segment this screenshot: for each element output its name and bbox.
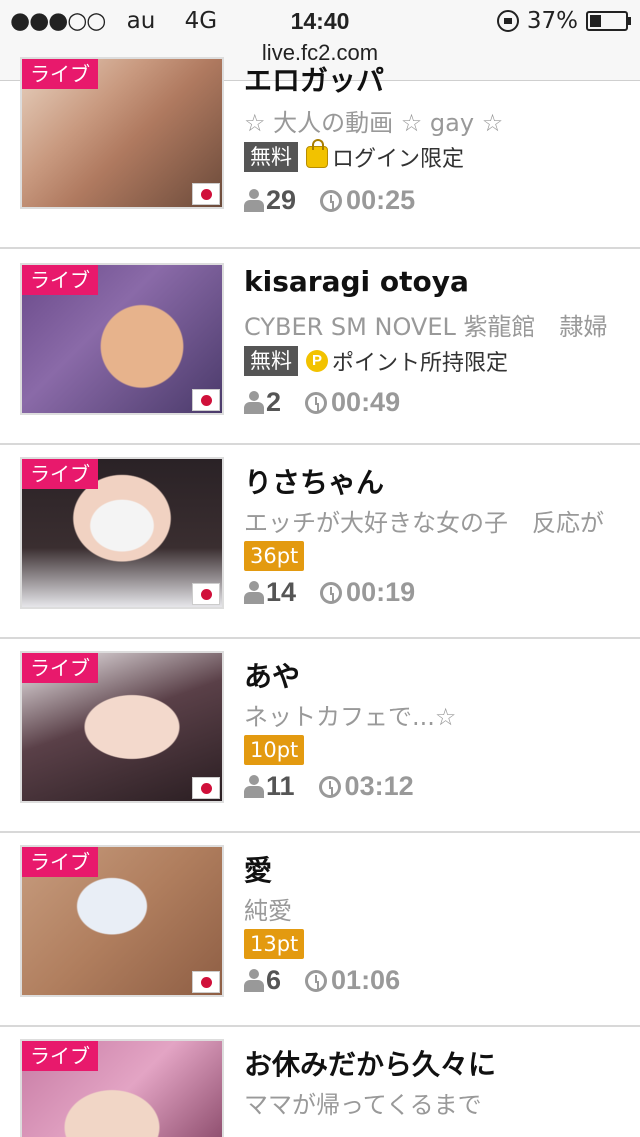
- access-note-text: ポイント所持限定: [332, 351, 509, 376]
- broadcast-description: ☆ 大人の動画 ☆ gay ☆: [244, 109, 504, 137]
- access-note: ログイン限定: [306, 139, 465, 173]
- status-right: 37%: [496, 8, 631, 34]
- broadcast-description: CYBER SM NOVEL 紫龍館 隷婦: [244, 313, 608, 341]
- thumbnail[interactable]: ライブ: [20, 263, 224, 415]
- viewer-icon: [244, 968, 264, 994]
- battery-percent: 37%: [526, 8, 578, 34]
- stats-row: 29 00:25: [244, 185, 415, 216]
- viewer-icon: [244, 188, 264, 214]
- live-tag: ライブ: [22, 847, 98, 877]
- broadcast-description: エッチが大好きな女の子 反応が: [244, 509, 604, 537]
- point-icon: P: [306, 350, 328, 372]
- broadcaster-name[interactable]: エロガッパ: [244, 59, 384, 99]
- rotation-lock-icon: [496, 10, 519, 32]
- list-item[interactable]: ライブ お休みだから久々に ママが帰ってくるまで: [0, 1025, 640, 1137]
- thumbnail[interactable]: ライブ: [20, 651, 224, 803]
- thumbnail[interactable]: ライブ: [20, 57, 224, 209]
- duration: 00:19: [346, 577, 416, 607]
- viewer-count: 29: [266, 185, 297, 215]
- thumbnail[interactable]: ライブ: [20, 845, 224, 997]
- viewer-icon: [244, 774, 264, 800]
- broadcast-description: ママが帰ってくるまで: [244, 1091, 482, 1119]
- battery-icon: [586, 11, 631, 31]
- broadcast-description: 純愛: [244, 897, 292, 925]
- japan-flag-icon: [192, 971, 220, 993]
- stats-row: 11 03:12: [244, 771, 414, 802]
- list-item[interactable]: ライブ 愛 純愛 13pt 6 01:06: [0, 831, 640, 1027]
- list-item[interactable]: ライブ りさちゃん エッチが大好きな女の子 反応が 36pt 14 00:19: [0, 443, 640, 639]
- thumbnail[interactable]: ライブ: [20, 457, 224, 609]
- list-item[interactable]: ライブ kisaragi otoya CYBER SM NOVEL 紫龍館 隷婦…: [0, 249, 640, 445]
- japan-flag-icon: [192, 183, 220, 205]
- viewer-count: 14: [266, 577, 297, 607]
- stats-row: 2 00:49: [244, 387, 400, 418]
- battery-fill: [590, 15, 601, 27]
- live-tag: ライブ: [22, 59, 98, 89]
- live-tag: ライブ: [22, 459, 98, 489]
- clock-icon: [320, 189, 343, 212]
- clock-icon: [305, 391, 328, 414]
- free-badge: 無料: [244, 346, 298, 376]
- lock-icon: [306, 139, 328, 168]
- duration: 03:12: [344, 771, 414, 801]
- broadcaster-name[interactable]: りさちゃん: [244, 461, 384, 501]
- list-item[interactable]: ライブ あや ネットカフェで...☆ 10pt 11 03:12: [0, 637, 640, 833]
- badge-row: 13pt: [244, 929, 305, 959]
- badge-row: 無料 ログイン限定: [244, 139, 465, 173]
- stats-row: 6 01:06: [244, 965, 400, 996]
- viewer-count: 2: [266, 387, 282, 417]
- live-tag: ライブ: [22, 265, 98, 295]
- thumbnail[interactable]: ライブ: [20, 1039, 224, 1137]
- broadcast-description: ネットカフェで...☆: [244, 703, 457, 731]
- points-badge: 13pt: [244, 929, 305, 959]
- list-item[interactable]: ライブ エロガッパ ☆ 大人の動画 ☆ gay ☆ 無料 ログイン限定 29 0…: [0, 53, 640, 249]
- clock-icon: [320, 581, 343, 604]
- access-note: P ポイント所持限定: [306, 345, 508, 377]
- broadcaster-name[interactable]: kisaragi otoya: [244, 265, 469, 298]
- japan-flag-icon: [192, 777, 220, 799]
- stats-row: 14 00:19: [244, 577, 415, 608]
- clock-icon: [318, 775, 341, 798]
- broadcaster-name[interactable]: 愛: [244, 849, 272, 889]
- live-tag: ライブ: [22, 1041, 98, 1071]
- broadcaster-name[interactable]: あや: [244, 655, 300, 695]
- duration: 00:49: [331, 387, 401, 417]
- badge-row: 36pt: [244, 541, 305, 571]
- points-badge: 36pt: [244, 541, 305, 571]
- clock-icon: [305, 969, 328, 992]
- viewer-icon: [244, 390, 264, 416]
- access-note-text: ログイン限定: [332, 147, 465, 172]
- live-tag: ライブ: [22, 653, 98, 683]
- badge-row: 無料 P ポイント所持限定: [244, 345, 508, 377]
- japan-flag-icon: [192, 389, 220, 411]
- broadcaster-name[interactable]: お休みだから久々に: [244, 1043, 496, 1083]
- free-badge: 無料: [244, 142, 298, 172]
- viewer-icon: [244, 580, 264, 606]
- viewer-count: 6: [266, 965, 282, 995]
- badge-row: 10pt: [244, 735, 305, 765]
- duration: 01:06: [331, 965, 401, 995]
- points-badge: 10pt: [244, 735, 305, 765]
- japan-flag-icon: [192, 583, 220, 605]
- duration: 00:25: [346, 185, 416, 215]
- viewer-count: 11: [266, 771, 295, 801]
